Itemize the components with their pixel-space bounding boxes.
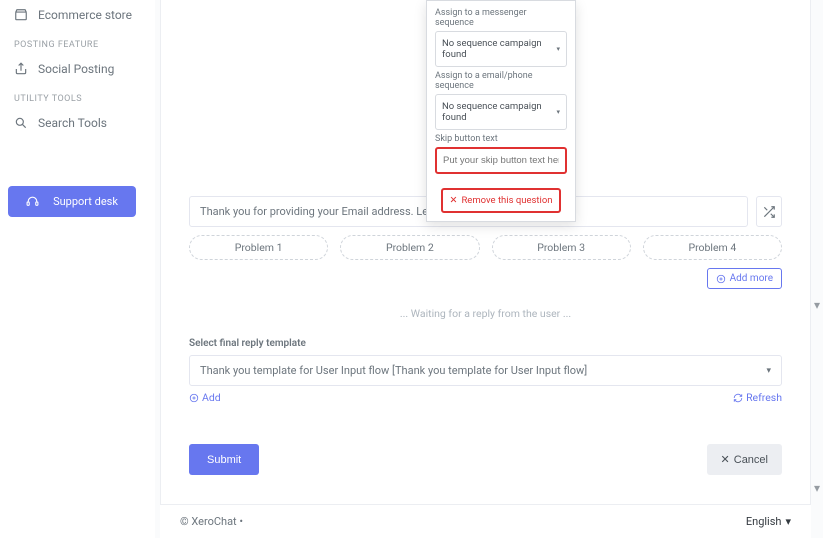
chevron-down-icon: ▾ bbox=[556, 45, 560, 53]
headset-icon bbox=[26, 195, 39, 208]
skip-button-text-input[interactable] bbox=[435, 147, 567, 174]
store-icon bbox=[14, 8, 28, 22]
skip-button-label: Skip button text bbox=[435, 134, 567, 144]
refresh-icon bbox=[733, 393, 743, 403]
waiting-indicator: ... Waiting for a reply from the user ..… bbox=[189, 307, 782, 320]
submit-button[interactable]: Submit bbox=[189, 444, 259, 475]
problem-option[interactable]: Problem 3 bbox=[492, 235, 631, 260]
remove-question-label: Remove this question bbox=[461, 195, 552, 206]
cancel-button[interactable]: ✕ Cancel bbox=[707, 444, 782, 475]
question-settings-popup: Assign to a messenger sequence No sequen… bbox=[426, 0, 576, 222]
share-icon bbox=[14, 62, 28, 76]
select-value: No sequence campaign found bbox=[442, 101, 560, 123]
plus-circle-icon bbox=[189, 393, 199, 403]
add-more-button[interactable]: Add more bbox=[707, 268, 782, 289]
template-section-label: Select final reply template bbox=[189, 338, 782, 349]
sidebar: Ecommerce store POSTING FEATURE Social P… bbox=[0, 0, 155, 538]
footer-copyright: © XeroChat • bbox=[180, 515, 243, 528]
sidebar-header-utility: UTILITY TOOLS bbox=[8, 84, 147, 108]
messenger-sequence-select[interactable]: No sequence campaign found ▾ bbox=[435, 31, 567, 67]
language-label: English bbox=[746, 515, 782, 528]
chevron-down-icon: ▾ bbox=[766, 366, 771, 376]
close-icon: ✕ bbox=[721, 453, 730, 466]
assign-messenger-label: Assign to a messenger sequence bbox=[435, 8, 567, 28]
sidebar-item-label: Search Tools bbox=[38, 116, 107, 130]
add-template-link[interactable]: Add bbox=[189, 391, 221, 404]
search-icon bbox=[14, 116, 28, 130]
template-select[interactable]: Thank you template for User Input flow [… bbox=[189, 355, 782, 386]
sidebar-item-label: Social Posting bbox=[38, 62, 114, 76]
scroll-arrow-icon: ▾ bbox=[814, 298, 821, 305]
refresh-link-label: Refresh bbox=[746, 391, 782, 404]
plus-circle-icon bbox=[716, 274, 726, 284]
footer: © XeroChat • English ▾ bbox=[160, 504, 811, 538]
close-icon: ✕ bbox=[449, 195, 457, 206]
remove-question-button[interactable]: ✕ Remove this question bbox=[441, 188, 560, 213]
sidebar-item-label: Ecommerce store bbox=[38, 8, 132, 22]
problem-options: Problem 1 Problem 2 Problem 3 Problem 4 bbox=[189, 235, 782, 260]
problem-option[interactable]: Problem 1 bbox=[189, 235, 328, 260]
add-more-label: Add more bbox=[730, 273, 773, 284]
problem-option[interactable]: Problem 2 bbox=[340, 235, 479, 260]
message-settings-button[interactable] bbox=[756, 196, 782, 227]
sidebar-item-social[interactable]: Social Posting bbox=[8, 54, 147, 84]
scroll-arrow-icon: ▾ bbox=[814, 481, 821, 488]
assign-email-label: Assign to a email/phone sequence bbox=[435, 71, 567, 91]
support-desk-button[interactable]: Support desk bbox=[8, 186, 136, 217]
language-selector[interactable]: English ▾ bbox=[746, 515, 791, 528]
refresh-link[interactable]: Refresh bbox=[733, 391, 782, 404]
problem-option[interactable]: Problem 4 bbox=[643, 235, 782, 260]
chevron-down-icon: ▾ bbox=[785, 515, 791, 528]
add-link-label: Add bbox=[202, 391, 221, 404]
sidebar-item-search[interactable]: Search Tools bbox=[8, 108, 147, 138]
chevron-down-icon: ▾ bbox=[556, 108, 560, 116]
random-icon bbox=[762, 205, 776, 219]
template-select-value: Thank you template for User Input flow [… bbox=[200, 364, 587, 377]
select-value: No sequence campaign found bbox=[442, 38, 560, 60]
sidebar-header-posting: POSTING FEATURE bbox=[8, 30, 147, 54]
support-desk-label: Support desk bbox=[53, 195, 118, 208]
email-sequence-select[interactable]: No sequence campaign found ▾ bbox=[435, 94, 567, 130]
sidebar-item-ecommerce[interactable]: Ecommerce store bbox=[8, 0, 147, 30]
cancel-label: Cancel bbox=[734, 454, 768, 466]
